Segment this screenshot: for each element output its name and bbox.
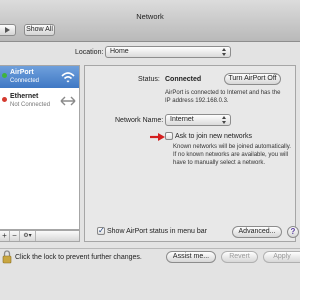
lock-icon[interactable] [2,250,12,264]
show-all-button[interactable]: Show All [24,24,55,36]
location-value: Home [110,48,129,55]
title-bar: Network Show All [0,0,300,42]
service-item-ethernet[interactable]: Ethernet Not Connected [0,90,79,112]
status-dot-icon [2,97,7,102]
footer-divider [0,248,300,249]
service-item-airport[interactable]: AirPort Connected [0,66,79,88]
network-preferences-window: Network Show All Location: Home AirPort … [0,0,300,300]
service-list: AirPort Connected Ethernet Not Connected [0,65,80,230]
add-service-button[interactable]: + [0,231,10,241]
ask-to-join-description: Known networks will be joined automatica… [173,144,291,166]
location-label: Location: [75,49,104,56]
status-description: AirPort is connected to Internet and has… [165,90,281,104]
help-button[interactable]: ? [287,226,299,238]
action-gear-button[interactable]: ⚙▾ [20,231,36,241]
red-arrow-icon [150,133,165,141]
show-status-checkbox[interactable] [97,226,105,235]
assist-me-button[interactable]: Assist me... [166,251,216,263]
apply-button[interactable]: Apply [263,251,300,263]
remove-service-button[interactable]: − [10,231,20,241]
location-select[interactable]: Home [105,46,231,58]
service-name: Ethernet [10,93,39,100]
forward-button[interactable] [0,24,16,36]
network-name-select[interactable]: Internet [165,114,231,126]
ask-to-join-checkbox[interactable] [165,132,173,140]
turn-airport-off-button[interactable]: Turn AirPort Off [224,73,281,85]
service-name: AirPort [10,69,34,76]
network-name-value: Internet [170,116,194,123]
window-title: Network [136,12,164,21]
show-status-label: Show AirPort status in menu bar [107,228,207,235]
lock-message: Click the lock to prevent further change… [15,254,142,261]
ask-to-join-label: Ask to join new networks [175,133,253,140]
advanced-button[interactable]: Advanced... [232,226,282,238]
service-status: Connected [10,78,40,84]
status-value: Connected [165,76,202,83]
popup-arrows-icon [221,116,228,124]
wifi-icon [61,72,75,83]
status-label: Status: [138,76,160,83]
popup-arrows-icon [221,48,228,56]
status-dot-icon [2,73,7,78]
service-status: Not Connected [10,102,51,108]
ethernet-icon [60,96,76,106]
network-name-label: Network Name: [115,117,164,124]
revert-button[interactable]: Revert [221,251,258,263]
arrow-right-icon [5,27,10,33]
service-list-controls: + − ⚙▾ [0,230,80,242]
